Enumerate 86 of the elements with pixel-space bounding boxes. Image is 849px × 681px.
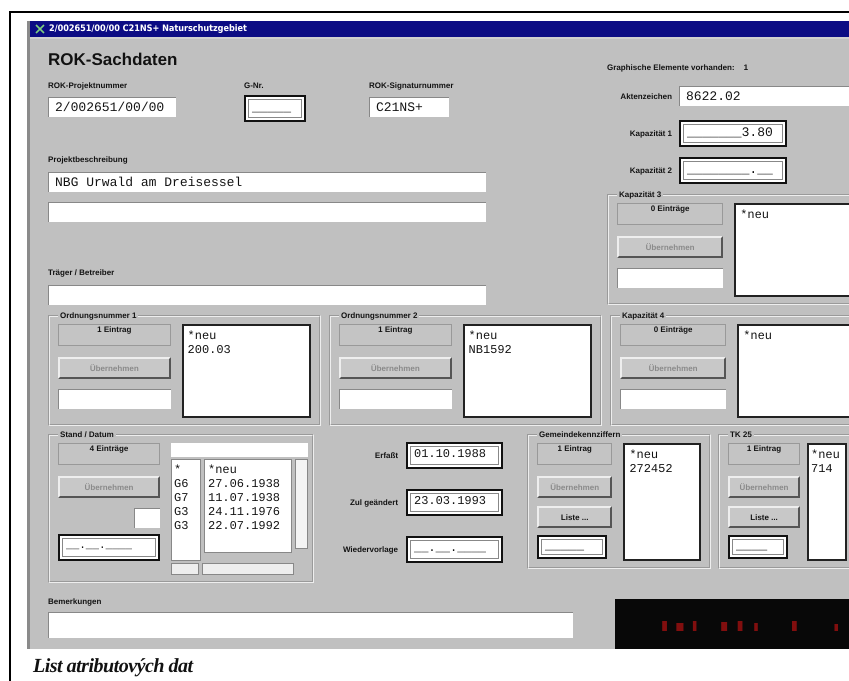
info-value: 1 [744, 63, 748, 72]
text-field[interactable]: _______3.80 [679, 120, 787, 147]
text-field[interactable]: 2/002651/00/00 [48, 97, 176, 117]
list-button[interactable]: Liste ... [728, 506, 800, 528]
field-label: Erfaßt [374, 451, 399, 460]
list-item[interactable]: *neu [188, 329, 305, 343]
text-field[interactable]: 23.03.1993 [406, 489, 503, 516]
entry-count-label: 1 Eintrag [58, 324, 171, 346]
group-title: Kapazität 3 [618, 190, 662, 199]
list-box[interactable]: *neu 272452 [623, 443, 701, 561]
list-item[interactable]: * [174, 463, 198, 477]
text-field[interactable] [48, 285, 486, 305]
group-title: Ordnungsnummer 2 [340, 311, 418, 320]
text-field[interactable] [620, 389, 726, 409]
list-item[interactable]: 272452 [629, 462, 695, 476]
field-label: Projektbeschreibung [48, 155, 129, 164]
entry-count-label: 0 Einträge [620, 324, 726, 346]
entry-count-label: 0 Einträge [617, 203, 724, 225]
entry-count-label: 1 Eintrag [339, 324, 452, 346]
list-item[interactable]: G3 [174, 505, 198, 519]
list-item[interactable]: 11.07.1938 [208, 491, 288, 505]
list-box[interactable]: *neu NB1592 [462, 324, 592, 418]
text-field[interactable] [339, 389, 452, 409]
text-field[interactable]: 8622.02 [679, 86, 849, 106]
list-item[interactable]: NB1592 [468, 343, 586, 357]
list-item[interactable]: G3 [174, 519, 198, 533]
list-item[interactable]: 714 [811, 462, 843, 476]
entry-count-label: 1 Eintrag [728, 443, 800, 465]
list-item[interactable]: 22.07.1992 [208, 519, 288, 533]
list-box[interactable]: *neu 200.03 [182, 324, 311, 418]
field-label: Kapazität 2 [628, 166, 673, 175]
text-field[interactable]: C21NS+ [369, 97, 449, 117]
list-item[interactable]: *neu [811, 448, 843, 462]
close-icon[interactable] [35, 24, 45, 34]
scrollbar[interactable] [171, 563, 199, 575]
group-title: Ordnungsnummer 1 [59, 311, 138, 320]
field-label: Aktenzeichen [619, 92, 673, 100]
list-box[interactable]: *neu 27.06.1938 11.07.1938 24.11.1976 22.07.1992 [204, 459, 292, 553]
field-label: Träger / Betreiber [48, 268, 116, 277]
list-item[interactable]: *neu [743, 329, 849, 343]
list-button[interactable]: Liste ... [537, 506, 612, 528]
list-item[interactable]: *neu [468, 329, 586, 343]
text-field[interactable] [58, 389, 171, 409]
text-field[interactable] [134, 508, 160, 528]
text-field[interactable]: 01.10.1988 [406, 442, 503, 469]
text-field[interactable]: __.__.____ [406, 536, 503, 563]
group-title: Gemeindekennziffern [538, 430, 622, 439]
list-box[interactable]: *neu [734, 203, 849, 297]
figure-caption: List atributových dat [33, 655, 194, 678]
text-field[interactable]: NBG Urwald am Dreisessel [48, 172, 486, 192]
field-label: G-Nr. [244, 81, 265, 90]
entry-count-label: 1 Eintrag [537, 443, 612, 465]
scrollbar[interactable] [295, 459, 308, 549]
list-item[interactable]: 200.03 [188, 343, 305, 357]
list-box[interactable]: * G6 G7 G3 G3 [171, 459, 201, 561]
list-box[interactable]: *neu 714 [807, 443, 847, 561]
text-field[interactable] [617, 268, 724, 288]
list-item[interactable]: G7 [174, 491, 198, 505]
group-title: Stand / Datum [59, 430, 115, 439]
list-item[interactable]: 24.11.1976 [208, 505, 288, 519]
text-field[interactable]: __.__.____ [58, 534, 160, 561]
window-title: 2/002651/00/00 C21NS+ Naturschutzgebiet [49, 24, 247, 34]
field-label: Bemerkungen [48, 597, 102, 606]
field-label: Zul geändert [348, 498, 399, 507]
text-field[interactable]: ________.__ [679, 157, 787, 184]
list-box[interactable]: *neu [737, 324, 849, 418]
text-field[interactable]: _____ [244, 95, 306, 122]
text-field[interactable]: _____ [537, 535, 607, 559]
list-item[interactable]: *neu [629, 448, 695, 462]
list-item[interactable]: *neu [740, 208, 849, 222]
list-item[interactable]: G6 [174, 477, 198, 491]
group-title: Kapazität 4 [621, 311, 666, 320]
info-label: Graphische Elemente vorhanden: [607, 63, 735, 72]
text-field[interactable] [48, 612, 573, 638]
list-item[interactable]: *neu [208, 463, 288, 477]
form-heading: ROK-Sachdaten [48, 50, 178, 70]
field-label: ROK-Projektnummer [48, 81, 128, 90]
list-item[interactable]: 27.06.1938 [208, 477, 288, 491]
text-field[interactable]: ____ [728, 535, 788, 559]
scrollbar[interactable] [202, 563, 294, 575]
text-field[interactable] [48, 202, 486, 222]
field-label: Wiedervorlage [342, 545, 399, 554]
field-label: Kapazität 1 [628, 129, 673, 138]
group-title: TK 25 [729, 430, 753, 439]
field-label: ROK-Signaturnummer [369, 81, 454, 90]
entry-count-label: 4 Einträge [58, 443, 160, 465]
